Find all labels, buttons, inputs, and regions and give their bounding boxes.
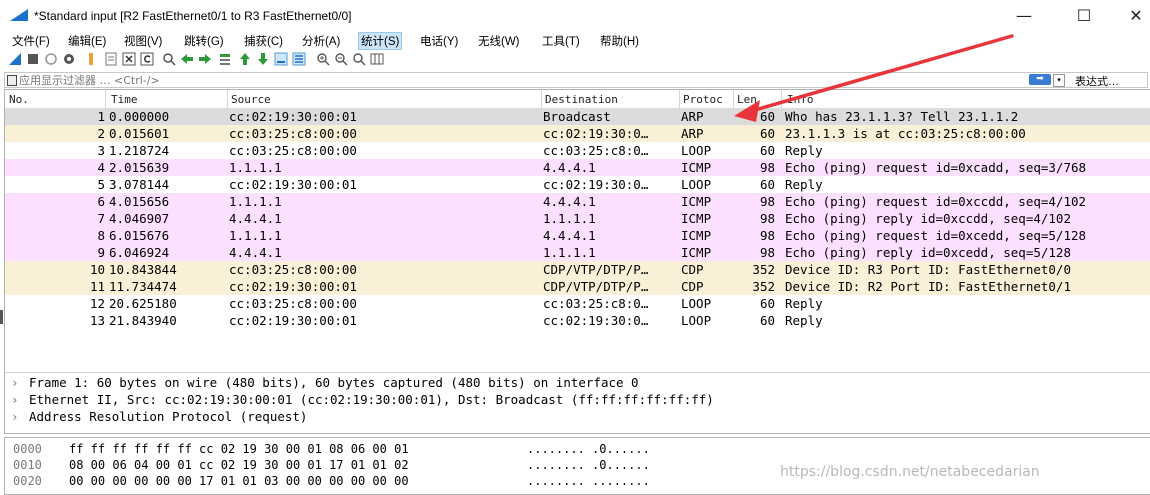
annotation-arrow-icon bbox=[734, 34, 1014, 122]
